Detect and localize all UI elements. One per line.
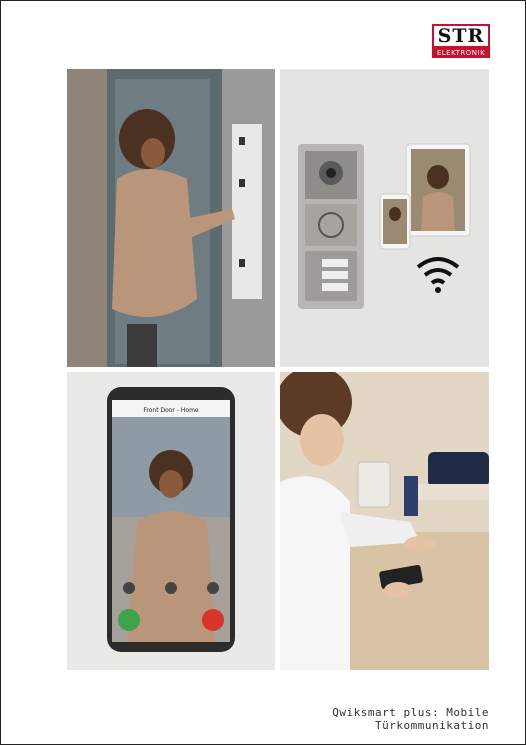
logo-top-text: STR bbox=[432, 24, 490, 48]
app-title: Front Door - Home bbox=[143, 407, 199, 414]
logo-bottom-text: ELEKTRONIK bbox=[432, 48, 490, 58]
caption: Qwiksmart plus: Mobile Türkommunikation bbox=[332, 706, 489, 732]
photo-woman-using-phone bbox=[280, 372, 489, 670]
photo-door-station-devices bbox=[280, 69, 489, 367]
photo-woman-at-door bbox=[67, 69, 275, 367]
brochure-page: STR ELEKTRONIK Front Door - Home Qwiksma… bbox=[0, 0, 526, 745]
photo-smartphone-app: Front Door - Home bbox=[67, 372, 275, 670]
str-logo: STR ELEKTRONIK bbox=[432, 24, 490, 58]
